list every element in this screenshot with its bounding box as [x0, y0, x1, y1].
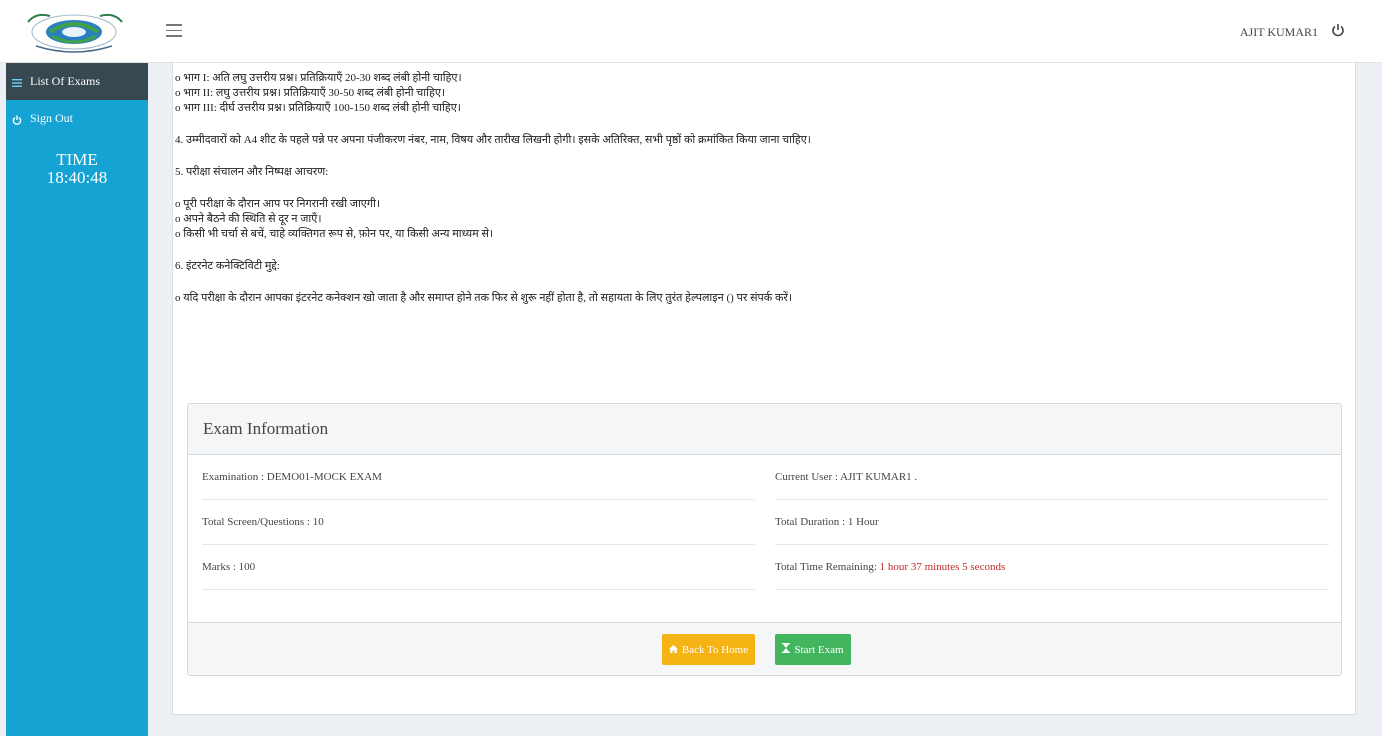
instruction-heading: 6. इंटरनेट कनेक्टिविटी मुद्दे:	[175, 260, 280, 272]
power-icon[interactable]	[1330, 22, 1346, 38]
home-icon	[668, 644, 678, 656]
instruction-line: o भाग III: दीर्घ उत्तरीय प्रश्न। प्रतिक्…	[175, 102, 461, 114]
back-to-home-button[interactable]: Back To Home	[662, 634, 755, 665]
sidebar-item-label: List Of Exams	[30, 74, 100, 88]
time-remaining-value: 1 hour 37 minutes 5 seconds	[879, 561, 1006, 573]
sidebar-item-sign-out[interactable]: Sign Out	[6, 100, 148, 137]
sidebar-item-label: Sign Out	[30, 111, 74, 125]
current-user: Current User : AJIT KUMAR1 .	[775, 455, 1329, 500]
marks: Marks : 100	[202, 545, 755, 590]
sidebar-item-list-of-exams[interactable]: List Of Exams	[6, 63, 148, 100]
sidebar: List Of Exams Sign Out TIME 18:40:48	[6, 63, 148, 736]
panel-footer: Back To Home Start Exam	[188, 622, 1341, 675]
hourglass-icon	[782, 643, 791, 656]
exam-information-panel: Exam Information Examination : DEMO01-MO…	[187, 403, 1342, 676]
instruction-line: o अपने बैठने की स्थिति से दूर न जाएँ।	[175, 213, 322, 225]
instruction-line: 4. उम्मीदवारों को A4 शीट के पहले पन्ने प…	[175, 134, 811, 146]
user-name: AJIT KUMAR1	[1239, 25, 1318, 39]
time-label: TIME	[56, 150, 98, 169]
clock-display: TIME 18:40:48	[6, 151, 148, 187]
instruction-line: o भाग II: लघु उत्तरीय प्रश्न। प्रतिक्रिय…	[175, 87, 446, 99]
instruction-line: o किसी भी चर्चा से बचें, चाहे व्यक्तिगत …	[175, 228, 494, 240]
time-value: 18:40:48	[46, 168, 108, 187]
examination-name: Examination : DEMO01-MOCK EXAM	[202, 455, 755, 500]
organization-logo	[6, 8, 148, 56]
back-to-home-label: Back To Home	[681, 643, 749, 656]
exam-instructions: o भाग I: अति लघु उत्तरीय प्रश्न। प्रतिक्…	[175, 71, 1345, 306]
top-header: AJIT KUMAR1	[0, 0, 1382, 63]
menu-toggle-icon[interactable]	[166, 20, 182, 40]
time-remaining-label: Total Time Remaining:	[775, 561, 880, 573]
instruction-heading: 5. परीक्षा संचालन और निष्पक्ष आचरण:	[175, 166, 329, 178]
list-icon	[12, 77, 22, 87]
instruction-line: o पूरी परीक्षा के दौरान आप पर निगरानी रख…	[175, 198, 381, 210]
time-remaining: Total Time Remaining: 1 hour 37 minutes …	[775, 545, 1329, 590]
instruction-line: o यदि परीक्षा के दौरान आपका इंटरनेट कनेक…	[175, 292, 793, 304]
start-exam-label: Start Exam	[794, 643, 844, 656]
power-icon	[12, 114, 22, 125]
instruction-line: o भाग I: अति लघु उत्तरीय प्रश्न। प्रतिक्…	[175, 72, 462, 84]
total-questions: Total Screen/Questions : 10	[202, 500, 755, 545]
start-exam-button[interactable]: Start Exam	[775, 634, 851, 665]
main-content: o भाग I: अति लघु उत्तरीय प्रश्न। प्रतिक्…	[172, 63, 1356, 715]
total-duration: Total Duration : 1 Hour	[775, 500, 1329, 545]
panel-title: Exam Information	[188, 404, 1341, 455]
